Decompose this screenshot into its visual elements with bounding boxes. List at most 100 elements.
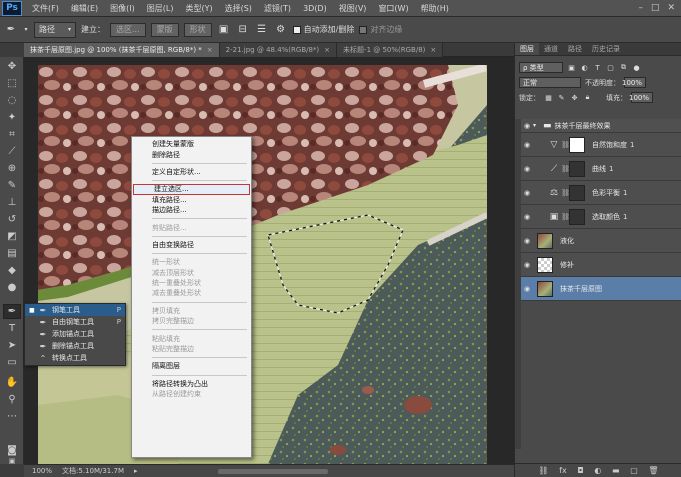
filter-toggle-icon[interactable]: ● xyxy=(632,63,641,72)
ctx-convert-to-extrusion[interactable]: 将路径转换为凸出 xyxy=(132,379,251,389)
lasso-tool-icon[interactable]: ◌ xyxy=(3,93,21,108)
flyout-item-convert-point[interactable]: ⌃ 转换点工具 xyxy=(25,352,125,364)
flyout-item-pen[interactable]: ■ ✒ 钢笔工具 P xyxy=(25,304,125,316)
eye-icon[interactable]: ◉ xyxy=(521,213,533,221)
pen-tool-preset-icon[interactable]: ✒ xyxy=(4,23,18,37)
pen-tool-icon[interactable]: ✒ xyxy=(3,304,21,319)
ctx-create-vector-mask[interactable]: 创建矢量蒙版 xyxy=(132,139,251,149)
path-arrangement-icon[interactable]: ☰ xyxy=(255,23,269,37)
tab-layers[interactable]: 图层 xyxy=(515,43,539,55)
ctx-define-custom-shape[interactable]: 定义自定形状... xyxy=(132,167,251,177)
magic-wand-tool-icon[interactable]: ✦ xyxy=(3,110,21,125)
flyout-item-freeform-pen[interactable]: ✒ 自由钢笔工具 P xyxy=(25,316,125,328)
marquee-tool-icon[interactable]: ⬚ xyxy=(3,76,21,91)
make-mask-button[interactable]: 蒙版 xyxy=(150,22,179,37)
menu-image[interactable]: 图像(I) xyxy=(104,3,141,14)
ctx-isolate-layers[interactable]: 隔离图层 xyxy=(132,361,251,371)
layer-patch[interactable]: ◉ 修补 xyxy=(521,253,681,277)
menu-filter[interactable]: 滤镜(T) xyxy=(258,3,297,14)
eye-icon[interactable]: ◉ xyxy=(521,165,533,173)
eye-icon[interactable]: ◉ xyxy=(521,237,533,245)
fill-input[interactable]: 100% xyxy=(629,92,653,103)
menu-file[interactable]: 文件(F) xyxy=(26,3,65,14)
menu-3d[interactable]: 3D(D) xyxy=(297,4,333,13)
ctx-free-transform-path[interactable]: 自由变换路径 xyxy=(132,240,251,250)
trash-icon[interactable]: 🗑︎ xyxy=(648,466,658,475)
layer-vibrance[interactable]: ◉ ▽ ⛓ 自然饱和度 1 xyxy=(521,133,681,157)
tab-history[interactable]: 历史记录 xyxy=(587,43,625,55)
menu-help[interactable]: 帮助(H) xyxy=(415,3,455,14)
crop-tool-icon[interactable]: ⌗ xyxy=(3,127,21,142)
align-edges-checkbox[interactable]: 对齐边缘 xyxy=(359,24,402,35)
gear-icon[interactable]: ⚙ xyxy=(274,23,288,37)
screen-mode-icon[interactable]: ▣ xyxy=(3,457,21,465)
filter-adjustment-icon[interactable]: ◐ xyxy=(580,63,589,72)
more-tools-icon[interactable]: ⋯ xyxy=(3,409,21,424)
ctx-delete-path[interactable]: 删除路径 xyxy=(132,149,251,159)
brush-tool-icon[interactable]: ✎ xyxy=(3,178,21,193)
path-operations-icon[interactable]: ▣ xyxy=(217,23,231,37)
path-alignment-icon[interactable]: ⊟ xyxy=(236,23,250,37)
status-arrow-icon[interactable]: ▸ xyxy=(134,467,138,475)
menu-type[interactable]: 类型(Y) xyxy=(179,3,218,14)
healing-brush-tool-icon[interactable]: ⊕ xyxy=(3,161,21,176)
path-selection-tool-icon[interactable]: ➤ xyxy=(3,338,21,353)
chevron-down-icon[interactable]: ▾ xyxy=(533,122,543,129)
lock-transparent-icon[interactable]: ▦ xyxy=(544,93,553,102)
chevron-down-icon[interactable]: ▾ xyxy=(23,23,29,37)
new-layer-icon[interactable]: ▢ xyxy=(630,466,638,475)
maximize-button[interactable]: □ xyxy=(651,3,660,13)
eye-icon[interactable]: ◉ xyxy=(521,141,533,149)
tab-2-21[interactable]: 2-21.jpg @ 48.4%(RGB/8*) × xyxy=(219,43,338,57)
eraser-tool-icon[interactable]: ◩ xyxy=(3,229,21,244)
filter-pixel-icon[interactable]: ▣ xyxy=(567,63,576,72)
close-button[interactable]: ✕ xyxy=(667,3,675,13)
opacity-input[interactable]: 100% xyxy=(622,77,646,88)
tab-channels[interactable]: 通道 xyxy=(539,43,563,55)
ctx-fill-path[interactable]: 填充路径... xyxy=(132,195,251,205)
type-tool-icon[interactable]: T xyxy=(3,321,21,336)
link-layers-icon[interactable]: ⛓ xyxy=(538,466,548,475)
lock-all-icon[interactable]: 🔒︎ xyxy=(583,93,592,102)
history-brush-tool-icon[interactable]: ↺ xyxy=(3,212,21,227)
layer-color-balance[interactable]: ◉ ⚖ ⛓ 色彩平衡 1 xyxy=(521,181,681,205)
blur-tool-icon[interactable]: ◆ xyxy=(3,263,21,278)
doc-size[interactable]: 文档:5.10M/31.7M xyxy=(62,466,124,476)
menu-layer[interactable]: 图层(L) xyxy=(141,3,180,14)
filter-smart-object-icon[interactable]: ⧉ xyxy=(619,63,628,72)
eyedropper-tool-icon[interactable]: ⟋ xyxy=(3,144,21,159)
eye-icon[interactable]: ◉ xyxy=(521,285,533,293)
close-icon[interactable]: × xyxy=(324,46,330,54)
make-selection-button[interactable]: 选区... xyxy=(110,22,146,37)
close-icon[interactable]: × xyxy=(430,46,436,54)
ctx-stroke-path[interactable]: 描边路径... xyxy=(132,205,251,215)
filter-shape-icon[interactable]: ▢ xyxy=(606,63,615,72)
eye-icon[interactable]: ◉ xyxy=(521,189,533,197)
menu-window[interactable]: 窗口(W) xyxy=(372,3,414,14)
make-shape-button[interactable]: 形状 xyxy=(183,22,212,37)
close-icon[interactable]: × xyxy=(207,46,213,54)
dodge-tool-icon[interactable]: ● xyxy=(3,280,21,295)
hand-tool-icon[interactable]: ✋ xyxy=(3,375,21,390)
flyout-item-delete-anchor[interactable]: ✒ 删除锚点工具 xyxy=(25,340,125,352)
rectangle-tool-icon[interactable]: ▭ xyxy=(3,355,21,370)
menu-view[interactable]: 视图(V) xyxy=(333,3,373,14)
tab-untitled-1[interactable]: 未标题-1 @ 50%(RGB/8) × xyxy=(337,43,444,57)
lock-position-icon[interactable]: ✥ xyxy=(570,93,579,102)
tab-paths[interactable]: 路径 xyxy=(563,43,587,55)
layer-style-icon[interactable]: fx xyxy=(559,466,567,475)
add-mask-icon[interactable]: ◘ xyxy=(577,466,583,475)
minimize-button[interactable]: – xyxy=(638,3,643,13)
flyout-item-add-anchor[interactable]: ✒ 添加锚点工具 xyxy=(25,328,125,340)
document-canvas[interactable] xyxy=(38,65,487,464)
move-tool-icon[interactable]: ✥ xyxy=(3,59,21,74)
filter-type-icon[interactable]: T xyxy=(593,63,602,72)
eye-icon[interactable]: ◉ xyxy=(521,122,533,130)
tab-matcha-original[interactable]: 抹茶千层原图.jpg @ 100% (抹茶千层原图, RGB/8*) * × xyxy=(24,43,220,57)
clone-stamp-tool-icon[interactable]: ⊥ xyxy=(3,195,21,210)
auto-add-delete-checkbox[interactable]: 自动添加/删除 xyxy=(292,24,354,35)
new-group-icon[interactable]: ▬ xyxy=(612,466,620,475)
menu-select[interactable]: 选择(S) xyxy=(219,3,258,14)
layer-matcha-original[interactable]: ◉ 抹茶千层原图 xyxy=(521,277,681,301)
zoom-tool-icon[interactable]: ⚲ xyxy=(3,392,21,407)
